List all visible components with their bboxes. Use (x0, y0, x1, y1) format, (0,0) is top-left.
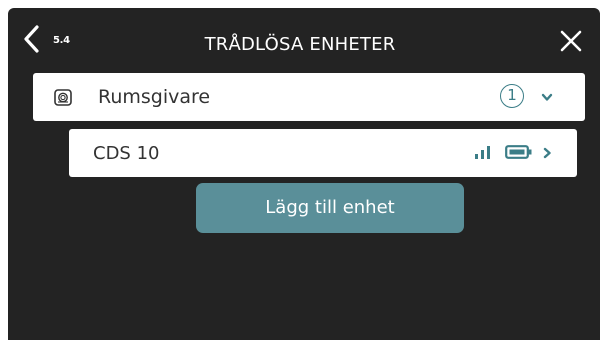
section-number: 5.4 (53, 35, 70, 46)
device-count-badge: 1 (500, 84, 524, 108)
signal-strength-icon (475, 146, 490, 159)
page-title: TRÅDLÖSA ENHETER (204, 34, 396, 55)
chevron-down-icon[interactable] (541, 93, 553, 102)
back-arrow-icon[interactable] (21, 24, 43, 54)
device-label: CDS 10 (93, 143, 160, 164)
device-row-cds-10[interactable]: CDS 10 (69, 129, 577, 177)
device-group-label: Rumsgivare (98, 86, 211, 108)
add-device-button[interactable]: Lägg till enhet (196, 183, 464, 233)
close-icon[interactable] (559, 29, 583, 53)
device-group-row-rumsgivare[interactable]: Rumsgivare 1 (33, 73, 585, 121)
chevron-right-icon[interactable] (543, 147, 551, 159)
room-sensor-icon (54, 89, 72, 106)
battery-icon (505, 145, 532, 159)
